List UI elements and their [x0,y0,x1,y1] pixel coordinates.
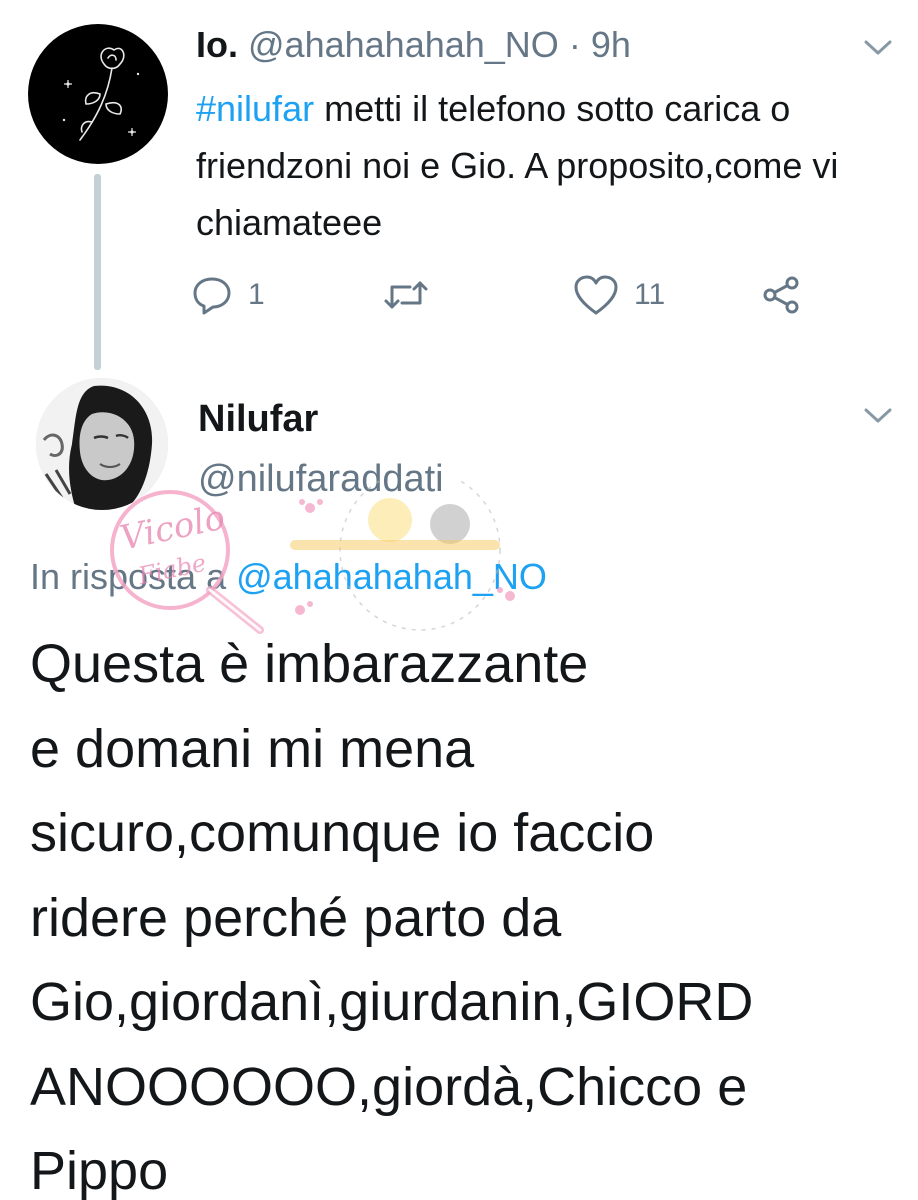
tweet-text: Questa è imbarazzante e domani mi mena s… [30,634,754,1200]
reply-to-link[interactable]: @ahahahahah_NO [236,556,547,597]
tweet-parent: Io. @ahahahahah_NO · 9h #nilufar metti i… [0,0,918,370]
avatar[interactable] [36,378,168,510]
rose-icon [62,47,140,141]
hashtag-link[interactable]: #nilufar [196,88,314,129]
reply-prefix: In risposta a [30,556,237,597]
share-button[interactable] [760,270,804,320]
username[interactable]: @ahahahahah_NO [248,24,559,65]
avatar[interactable] [28,24,168,164]
retweet-button[interactable] [382,270,430,320]
tweet-header: Io. @ahahahahah_NO · 9h [196,22,631,68]
chevron-down-icon[interactable] [860,32,896,62]
separator: · [568,24,581,65]
thread-connector [94,174,101,370]
like-count: 11 [634,278,666,311]
username[interactable]: @nilufaraddati [198,456,444,502]
timestamp[interactable]: 9h [591,24,631,65]
like-icon [574,275,618,315]
reply-button[interactable]: 1 [190,270,265,320]
share-icon [763,276,799,314]
tweet-text: #nilufar metti il telefono sotto carica … [196,80,876,251]
reply-icon [193,277,231,315]
tweet-actions: 1 11 [190,270,830,320]
reply-count: 1 [248,278,265,311]
display-name[interactable]: Nilufar [198,396,318,442]
tweet-reply: Nilufar @nilufaraddati In risposta a @ah… [0,370,918,1200]
like-button[interactable]: 11 [572,270,665,320]
display-name[interactable]: Io. [196,24,238,65]
reply-context: In risposta a @ahahahahah_NO [30,554,547,600]
retweet-icon [384,281,428,309]
chevron-down-icon[interactable] [860,400,896,430]
